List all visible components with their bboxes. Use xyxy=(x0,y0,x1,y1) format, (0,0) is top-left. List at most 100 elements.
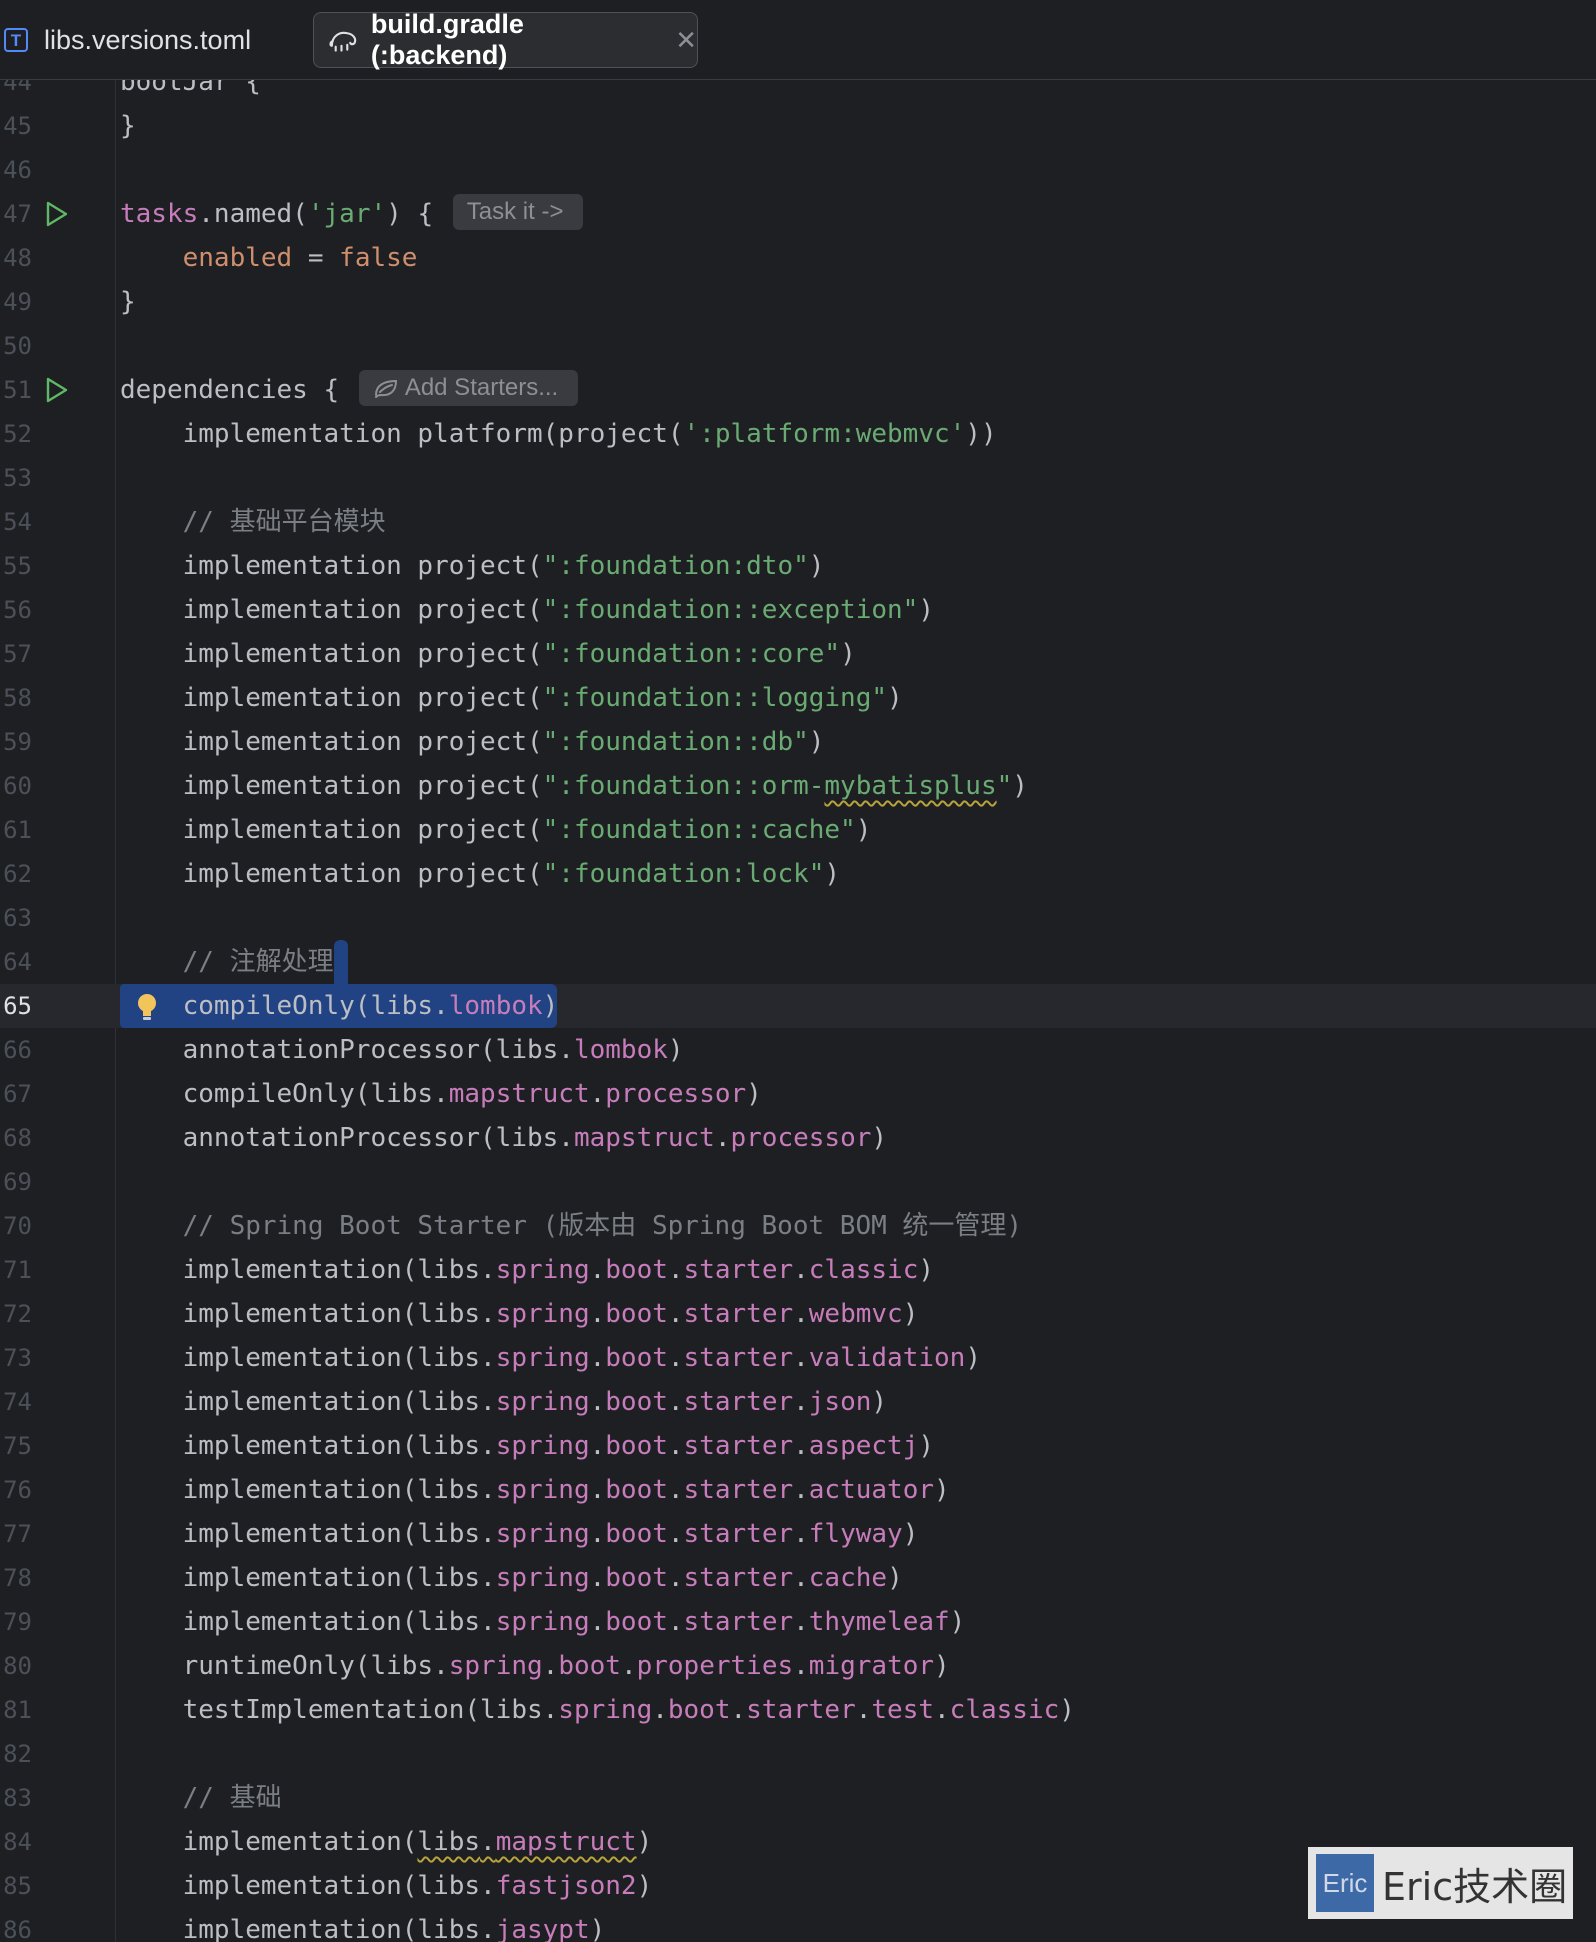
code-line[interactable]: 78 implementation(libs.spring.boot.start… xyxy=(0,1556,1596,1600)
watermark-text: Eric技术圈 xyxy=(1382,1864,1568,1909)
code-token: . xyxy=(667,1255,684,1285)
code-token: implementation( xyxy=(120,1827,418,1857)
code-token: webmvc xyxy=(808,1299,903,1329)
code-token: false xyxy=(339,243,418,273)
code-line[interactable]: 57 implementation project(":foundation::… xyxy=(0,632,1596,676)
code-line[interactable]: 81 testImplementation(libs.spring.boot.s… xyxy=(0,1688,1596,1732)
code-line[interactable]: 72 implementation(libs.spring.boot.start… xyxy=(0,1292,1596,1336)
code-token: . xyxy=(480,1827,496,1857)
code-token: . xyxy=(589,1387,606,1417)
code-token: starter xyxy=(683,1563,794,1593)
code-token: spring xyxy=(495,1519,590,1549)
code-line[interactable]: 55 implementation project(":foundation:d… xyxy=(0,544,1596,588)
add-starters-inlay-button[interactable]: Add Starters... xyxy=(358,369,579,406)
code-token: boot xyxy=(558,1651,621,1681)
line-number: 49 xyxy=(3,288,32,316)
code-line[interactable]: 45} xyxy=(0,104,1596,148)
line-number: 70 xyxy=(3,1212,32,1240)
code-line[interactable]: 56 implementation project(":foundation::… xyxy=(0,588,1596,632)
code-line[interactable]: 67 compileOnly(libs.mapstruct.processor) xyxy=(0,1072,1596,1116)
code-token: . xyxy=(620,1651,637,1681)
code-line[interactable]: 53 xyxy=(0,456,1596,500)
tab-label: build.gradle (:backend) xyxy=(370,9,524,70)
code-line[interactable]: 52 implementation platform(project(':pla… xyxy=(0,412,1596,456)
code-token: annotationProcessor(libs. xyxy=(120,1123,574,1153)
code-token: boot xyxy=(605,1519,668,1549)
code-line[interactable]: 75 implementation(libs.spring.boot.start… xyxy=(0,1424,1596,1468)
code-line[interactable]: 47 tasks.named('jar') { Task it -> xyxy=(0,192,1596,236)
code-token: . xyxy=(589,1255,606,1285)
code-line[interactable]: 62 implementation project(":foundation:l… xyxy=(0,852,1596,896)
code-line[interactable]: 71 implementation(libs.spring.boot.start… xyxy=(0,1248,1596,1292)
code-line[interactable]: 83 // 基础 xyxy=(0,1776,1596,1820)
code-line[interactable]: 80 runtimeOnly(libs.spring.boot.properti… xyxy=(0,1644,1596,1688)
code-text: implementation(libs.spring.boot.starter.… xyxy=(120,1248,934,1292)
code-line[interactable]: 46 xyxy=(0,148,1596,192)
code-line[interactable]: 60 implementation project(":foundation::… xyxy=(0,764,1596,808)
code-token: implementation(libs. xyxy=(120,1387,496,1417)
toml-file-icon: T xyxy=(4,28,28,52)
code-line[interactable]: 58 implementation project(":foundation::… xyxy=(0,676,1596,720)
code-line[interactable]: 44 bootJar { xyxy=(0,80,1596,104)
code-line[interactable]: 65 compileOnly(libs.lombok) xyxy=(0,984,1596,1028)
code-line[interactable]: 51 dependencies { Add Starters... xyxy=(0,368,1596,412)
code-text: annotationProcessor(libs.lombok) xyxy=(120,1028,684,1072)
code-token: compileOnly(libs. xyxy=(120,1079,449,1109)
line-number: 68 xyxy=(3,1124,32,1152)
code-token: ) xyxy=(840,639,856,669)
code-line[interactable]: 79 implementation(libs.spring.boot.start… xyxy=(0,1600,1596,1644)
code-line[interactable]: 77 implementation(libs.spring.boot.start… xyxy=(0,1512,1596,1556)
code-token: ":foundation:dto" xyxy=(542,551,809,581)
code-line[interactable]: 74 implementation(libs.spring.boot.start… xyxy=(0,1380,1596,1424)
code-line[interactable]: 48 enabled = false xyxy=(0,236,1596,280)
run-gutter-icon[interactable] xyxy=(42,200,70,228)
code-token: processor xyxy=(730,1123,872,1153)
selection-caret-tab xyxy=(334,940,348,984)
tab-build-gradle-backend[interactable]: build.gradle (:backend) ✕ xyxy=(313,9,698,70)
code-line[interactable]: 54 // 基础平台模块 xyxy=(0,500,1596,544)
code-text: bootJar { xyxy=(120,80,261,104)
code-text: // 基础 xyxy=(120,1776,282,1820)
tab-libs-versions-toml[interactable]: T libs.versions.toml xyxy=(0,12,300,68)
tab-label: libs.versions.toml xyxy=(44,24,252,55)
code-editor[interactable]: 44 bootJar {45} 46 47 tasks.named('jar') { T… xyxy=(0,80,1596,1942)
code-line[interactable]: 64 // 注解处理 xyxy=(0,940,1596,984)
code-token: ) xyxy=(1012,771,1028,801)
lightbulb-intention-icon[interactable] xyxy=(134,992,160,1022)
code-token: implementation project( xyxy=(120,683,543,713)
code-line[interactable]: 68 annotationProcessor(libs.mapstruct.pr… xyxy=(0,1116,1596,1160)
code-line[interactable]: 50 xyxy=(0,324,1596,368)
code-line[interactable]: 59 implementation project(":foundation::… xyxy=(0,720,1596,764)
code-token: starter xyxy=(683,1519,794,1549)
code-line[interactable]: 63 xyxy=(0,896,1596,940)
code-line[interactable]: 69 xyxy=(0,1160,1596,1204)
code-token: . xyxy=(667,1519,684,1549)
line-number: 85 xyxy=(3,1872,32,1900)
task-inlay-hint[interactable]: Task it -> xyxy=(452,193,584,230)
code-line[interactable]: 76 implementation(libs.spring.boot.start… xyxy=(0,1468,1596,1512)
code-token: ) xyxy=(918,1431,935,1461)
code-token: spring xyxy=(495,1431,590,1461)
code-token: classic xyxy=(949,1695,1060,1725)
code-line[interactable]: 49} xyxy=(0,280,1596,324)
code-line[interactable]: 82 xyxy=(0,1732,1596,1776)
code-text: implementation(libs.spring.boot.starter.… xyxy=(120,1292,919,1336)
run-gutter-icon[interactable] xyxy=(42,376,70,404)
code-text: } xyxy=(120,104,136,148)
code-line[interactable]: 61 implementation project(":foundation::… xyxy=(0,808,1596,852)
code-token: cache xyxy=(808,1563,888,1593)
code-token: lombok xyxy=(448,991,543,1021)
code-line[interactable]: 73 implementation(libs.spring.boot.start… xyxy=(0,1336,1596,1380)
code-token: processor xyxy=(605,1079,747,1109)
code-line[interactable]: 66 annotationProcessor(libs.lombok) xyxy=(0,1028,1596,1072)
close-tab-icon[interactable]: ✕ xyxy=(675,25,697,56)
code-token: . xyxy=(714,1123,731,1153)
line-number: 80 xyxy=(3,1652,32,1680)
code-line[interactable]: 70 // Spring Boot Starter (版本由 Spring Bo… xyxy=(0,1204,1596,1248)
code-token: implementation(libs. xyxy=(120,1871,496,1901)
code-token: ":foundation::exception" xyxy=(542,595,919,625)
line-number: 62 xyxy=(3,860,32,888)
line-number: 44 xyxy=(3,80,32,96)
line-number: 84 xyxy=(3,1828,32,1856)
code-token: mapstruct xyxy=(495,1827,637,1857)
